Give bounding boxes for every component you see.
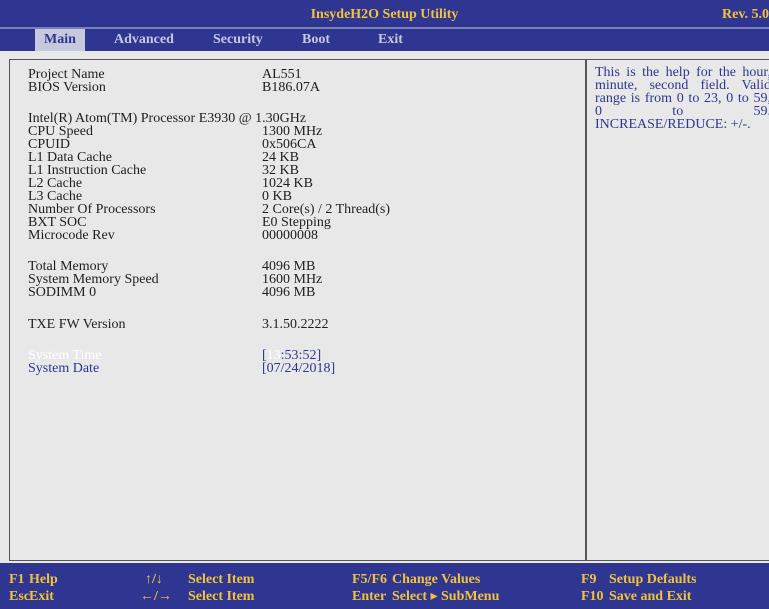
txe-fw-label: TXE FW Version: [28, 317, 126, 332]
select-submenu-desc: Select ▸ SubMenu: [392, 589, 500, 604]
tab-exit[interactable]: Exit: [378, 29, 403, 51]
microcode-label: Microcode Rev: [28, 228, 115, 243]
system-date-label: System Date: [28, 361, 100, 376]
bios-version-label: BIOS Version: [28, 80, 106, 95]
main-settings-panel: Project Name AL551 BIOS Version B186.07A…: [9, 59, 586, 561]
bios-version-value: B186.07A: [262, 80, 320, 95]
microcode-value: 00000008: [262, 228, 318, 243]
esc-exit-desc: Exit: [29, 589, 54, 604]
setup-defaults-desc: Setup Defaults: [609, 572, 697, 587]
sodimm0-label: SODIMM 0: [28, 285, 97, 300]
save-exit-desc: Save and Exit: [609, 589, 692, 604]
system-date-field[interactable]: [07/24/2018]: [262, 362, 335, 376]
f10-key: F10: [581, 589, 604, 604]
f1-key: F1: [9, 572, 25, 587]
help-text: This is the help for the hour, minute, s…: [595, 65, 769, 132]
enter-key: Enter: [352, 589, 387, 604]
f9-key: F9: [581, 572, 597, 587]
f1-help-desc: Help: [29, 572, 58, 587]
left-right-select-desc: Select Item: [188, 589, 255, 604]
tab-advanced[interactable]: Advanced: [114, 29, 174, 51]
app-title: InsydeH2O Setup Utility: [310, 7, 459, 22]
up-down-arrows-key: ↑/↓: [145, 572, 163, 587]
sodimm0-value: 4096 MB: [262, 285, 316, 300]
left-right-arrows-key: ←/→: [140, 589, 172, 604]
menu-bar: Main Advanced Security Boot Exit: [0, 29, 769, 51]
up-down-select-desc: Select Item: [188, 572, 255, 587]
key-legend-footer: F1 Help Esc Exit ↑/↓ Select Item ←/→ Sel…: [0, 563, 769, 609]
f5-f6-key: F5/F6: [352, 572, 387, 587]
tab-main[interactable]: Main: [35, 29, 85, 51]
change-values-desc: Change Values: [392, 572, 481, 587]
txe-fw-value: 3.1.50.2222: [262, 317, 329, 332]
esc-key: Esc: [9, 589, 30, 604]
tab-boot[interactable]: Boot: [302, 29, 330, 51]
title-bar: InsydeH2O Setup Utility Rev. 5.0: [0, 0, 769, 29]
tab-security[interactable]: Security: [213, 29, 263, 51]
help-panel: This is the help for the hour, minute, s…: [586, 59, 769, 561]
revision-label: Rev. 5.0: [722, 7, 769, 22]
